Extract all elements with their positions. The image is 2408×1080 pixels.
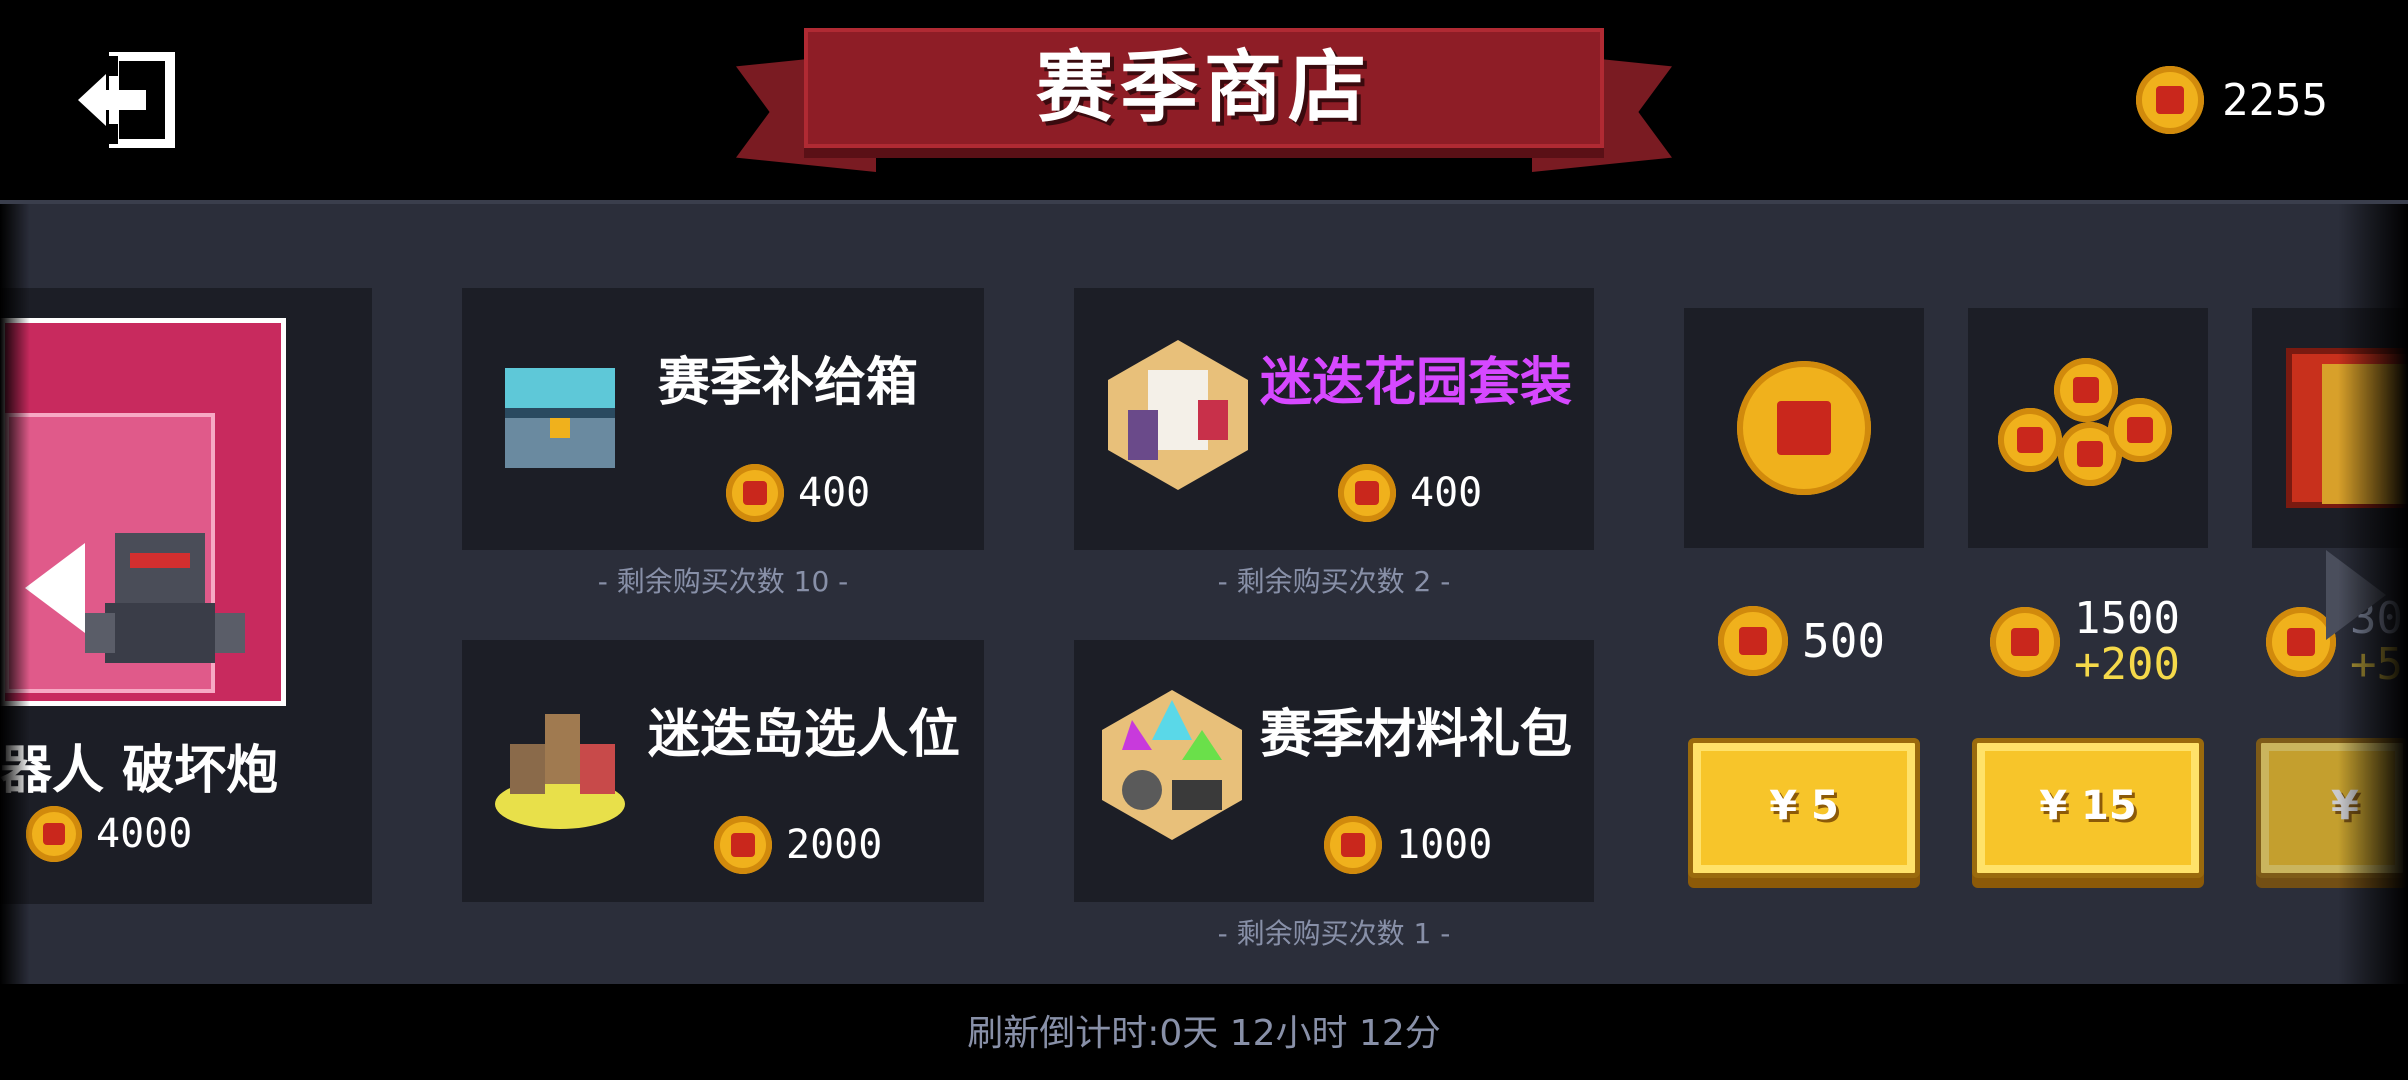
coin-icon xyxy=(1324,816,1382,874)
bonus-amount: +200 xyxy=(2074,639,2180,690)
page-title: 赛季商店 xyxy=(1035,43,1372,133)
exit-button[interactable] xyxy=(78,51,178,149)
coin-icon xyxy=(1338,464,1396,522)
item-name: 赛季材料礼包 xyxy=(1260,705,1573,765)
item-price: 400 xyxy=(1338,464,1482,522)
shop-item-garden-outfit[interactable]: 迷迭花园套装 400 xyxy=(1074,288,1594,550)
remaining-purchases: - 剩余购买次数 2 - xyxy=(1217,565,1451,598)
item-price: 1000 xyxy=(1324,816,1492,874)
gold-pack-amount: 500 xyxy=(1718,606,1885,676)
item-name: 迷迭岛选人位 xyxy=(648,705,961,765)
exit-icon xyxy=(78,51,175,149)
materials-icon xyxy=(1102,690,1242,840)
shop-panel: 器人 破坏炮 4000 赛季补给箱 400 - 剩余购买次数 10 - 迷迭花园… xyxy=(0,200,2408,984)
shop-item-supply-box[interactable]: 赛季补给箱 400 xyxy=(462,288,984,550)
coin-large-icon xyxy=(1737,361,1871,495)
chest-icon xyxy=(505,368,615,468)
right-edge-fade xyxy=(2338,204,2408,984)
characters-icon xyxy=(495,714,625,829)
item-price: 2000 xyxy=(714,816,882,874)
robot-icon xyxy=(85,533,245,663)
coin-icon xyxy=(714,816,772,874)
featured-price: 4000 xyxy=(26,806,192,862)
title-banner: 赛季商店 xyxy=(736,28,1672,176)
item-name: 赛季补给箱 xyxy=(658,353,919,413)
coin-icon xyxy=(1718,606,1788,676)
currency-value: 2255 xyxy=(2222,74,2328,126)
item-price: 400 xyxy=(726,464,870,522)
remaining-purchases: - 剩余购买次数 10 - xyxy=(597,565,849,598)
buy-button[interactable]: ¥ 5 xyxy=(1688,738,1920,878)
coin-pile-icon xyxy=(1998,358,2178,498)
buy-button[interactable]: ¥ 15 xyxy=(1972,738,2204,878)
featured-item-name: 器人 破坏炮 xyxy=(0,741,279,801)
coin-icon xyxy=(2136,66,2204,134)
refresh-countdown: 刷新倒计时:0天 12小时 12分 xyxy=(967,1013,1441,1054)
outfit-icon xyxy=(1108,340,1248,490)
left-edge-fade xyxy=(0,204,30,984)
gold-pack-amount: 1500 +200 xyxy=(1990,596,2180,688)
shop-item-material-pack[interactable]: 赛季材料礼包 1000 xyxy=(1074,640,1594,902)
coin-icon xyxy=(726,464,784,522)
item-name: 迷迭花园套装 xyxy=(1260,353,1573,413)
coin-icon xyxy=(26,806,82,862)
featured-item-frame xyxy=(0,318,286,706)
remaining-purchases: - 剩余购买次数 1 - xyxy=(1217,917,1451,950)
shop-item-character-slot[interactable]: 迷迭岛选人位 2000 xyxy=(462,640,984,902)
gold-pack-card[interactable] xyxy=(1968,308,2208,548)
featured-item-card[interactable]: 器人 破坏炮 4000 xyxy=(0,288,372,904)
gold-pack-card[interactable] xyxy=(1684,308,1924,548)
arrow-left-icon[interactable] xyxy=(25,543,85,633)
coin-icon xyxy=(1990,607,2060,677)
currency-display: 2255 xyxy=(2136,62,2328,138)
